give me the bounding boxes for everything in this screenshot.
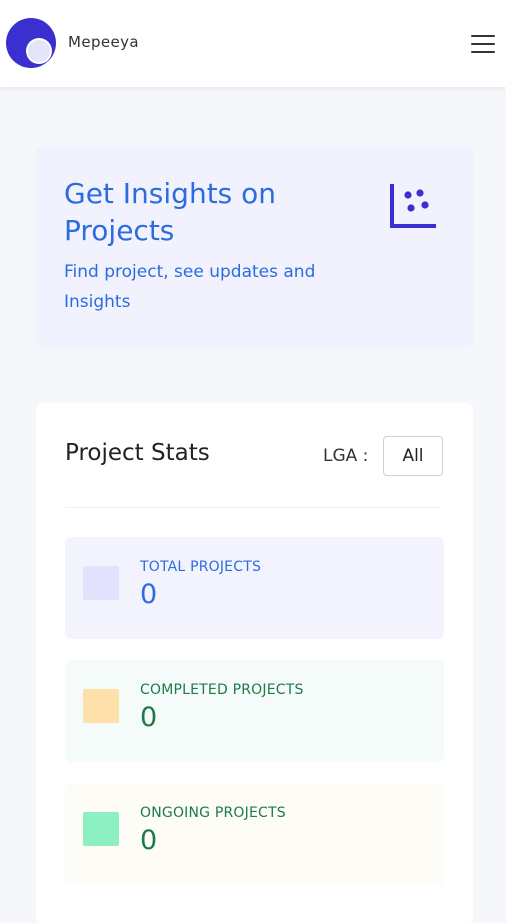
hamburger-menu-icon[interactable]: [468, 30, 498, 58]
insights-banner: Get Insights on Projects Find project, s…: [36, 147, 473, 348]
stat-swatch: [83, 566, 119, 600]
lga-select[interactable]: All: [383, 436, 443, 476]
insights-title: Get Insights on Projects: [64, 177, 277, 247]
stat-label: COMPLETED PROJECTS: [140, 682, 304, 698]
logo-icon[interactable]: [6, 17, 58, 69]
stat-value: 0: [140, 825, 158, 856]
stat-value: 0: [140, 702, 158, 733]
stat-label: ONGOING PROJECTS: [140, 805, 286, 821]
stat-ongoing-projects: ONGOING PROJECTS 0: [65, 783, 444, 885]
divider: [65, 507, 441, 508]
app-name: Mepeeya: [68, 33, 140, 51]
scatter-chart-icon: [390, 184, 436, 228]
project-stats-card: Project Stats LGA : All TOTAL PROJECTS 0…: [36, 403, 473, 923]
stat-value: 0: [140, 579, 158, 610]
insights-subtitle: Find project, see updates and Insights: [64, 262, 316, 312]
stat-total-projects: TOTAL PROJECTS 0: [65, 537, 444, 639]
stat-completed-projects: COMPLETED PROJECTS 0: [65, 660, 444, 762]
stat-label: TOTAL PROJECTS: [140, 559, 262, 575]
stats-title: Project Stats: [65, 440, 210, 466]
top-bar: Mepeeya: [0, 0, 506, 87]
stat-swatch: [83, 812, 119, 846]
lga-label: LGA :: [323, 446, 369, 466]
stat-swatch: [83, 689, 119, 723]
